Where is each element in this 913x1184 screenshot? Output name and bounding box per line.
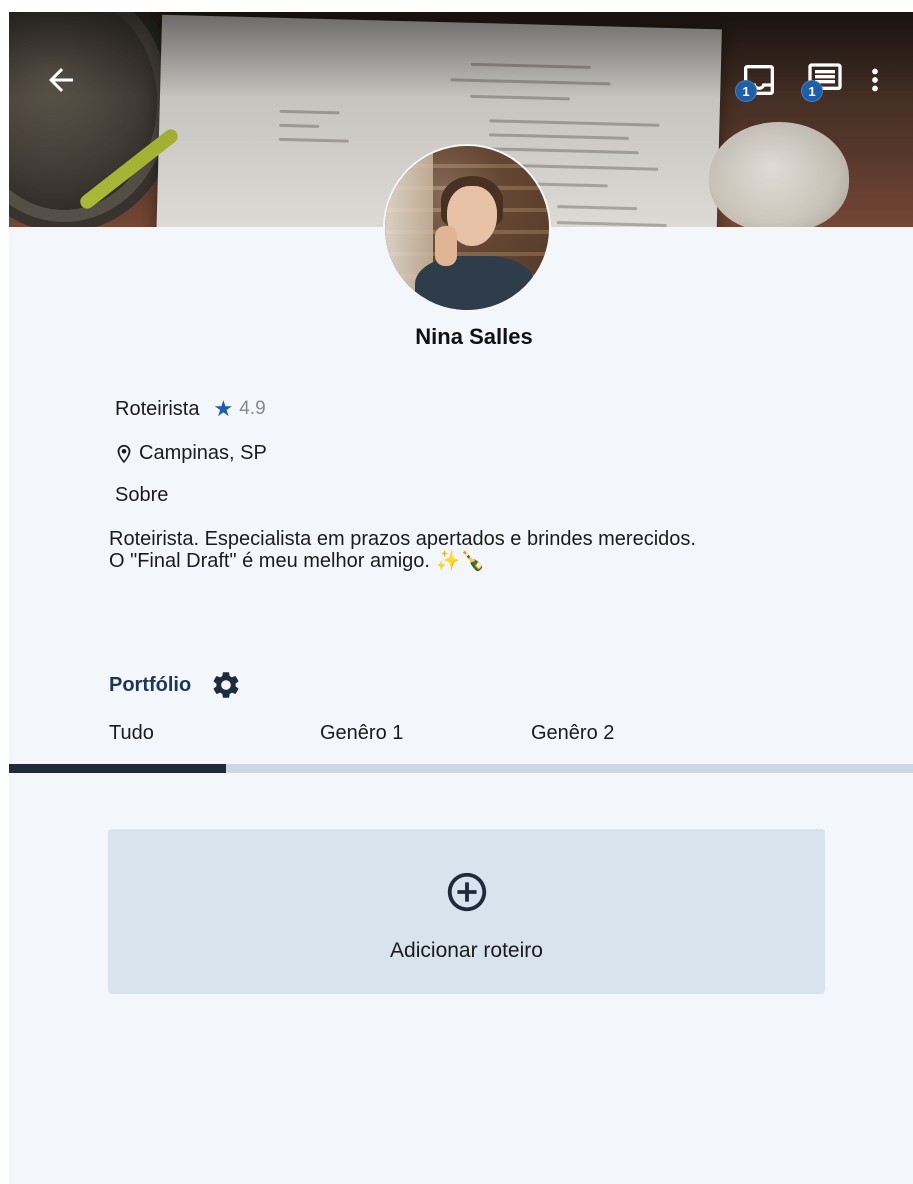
- chat-button[interactable]: 1: [797, 52, 853, 108]
- about-label: Sobre: [115, 484, 169, 506]
- bio-line-1: Roteirista. Especialista em prazos apert…: [109, 528, 696, 550]
- star-icon: ★: [213, 396, 234, 421]
- inbox-button[interactable]: 1: [731, 52, 787, 108]
- profile-bio: Roteirista. Especialista em prazos apert…: [109, 528, 869, 572]
- add-circle-icon: [447, 872, 487, 912]
- profile-name: Nina Salles: [415, 324, 533, 349]
- profile-screen: 1 1 Nina Salles Roteirista ★ 4.9 Campina…: [9, 12, 913, 1184]
- gear-icon: [213, 672, 239, 698]
- tab-genre-2[interactable]: Genêro 2: [531, 722, 614, 745]
- inbox-badge: 1: [735, 80, 757, 102]
- tab-active-indicator: [9, 764, 226, 773]
- profile-location: Campinas, SP: [139, 442, 267, 464]
- more-options-button[interactable]: [855, 52, 895, 108]
- back-button[interactable]: [33, 52, 89, 108]
- profile-rating: 4.9: [239, 398, 266, 419]
- portfolio-tabs: Tudo Genêro 1 Genêro 2: [9, 718, 913, 776]
- more-vertical-icon: [872, 68, 878, 92]
- location-pin-icon: [117, 444, 131, 463]
- arrow-left-icon: [49, 68, 73, 92]
- profile-role: Roteirista: [115, 397, 200, 420]
- add-script-label: Adicionar roteiro: [390, 939, 543, 962]
- add-script-button[interactable]: Adicionar roteiro: [108, 829, 825, 994]
- chat-badge: 1: [801, 80, 823, 102]
- bio-line-2: O "Final Draft" é meu melhor amigo. ✨🍾: [109, 550, 486, 572]
- portfolio-header: Portfólio: [109, 668, 243, 702]
- avatar[interactable]: [385, 146, 549, 310]
- role-rating-row: Roteirista ★ 4.9: [115, 396, 266, 422]
- tab-genre-1[interactable]: Genêro 1: [320, 722, 403, 745]
- tab-all[interactable]: Tudo: [109, 722, 154, 745]
- location-row: Campinas, SP: [113, 442, 267, 465]
- portfolio-settings-button[interactable]: [209, 668, 243, 702]
- portfolio-title: Portfólio: [109, 673, 192, 696]
